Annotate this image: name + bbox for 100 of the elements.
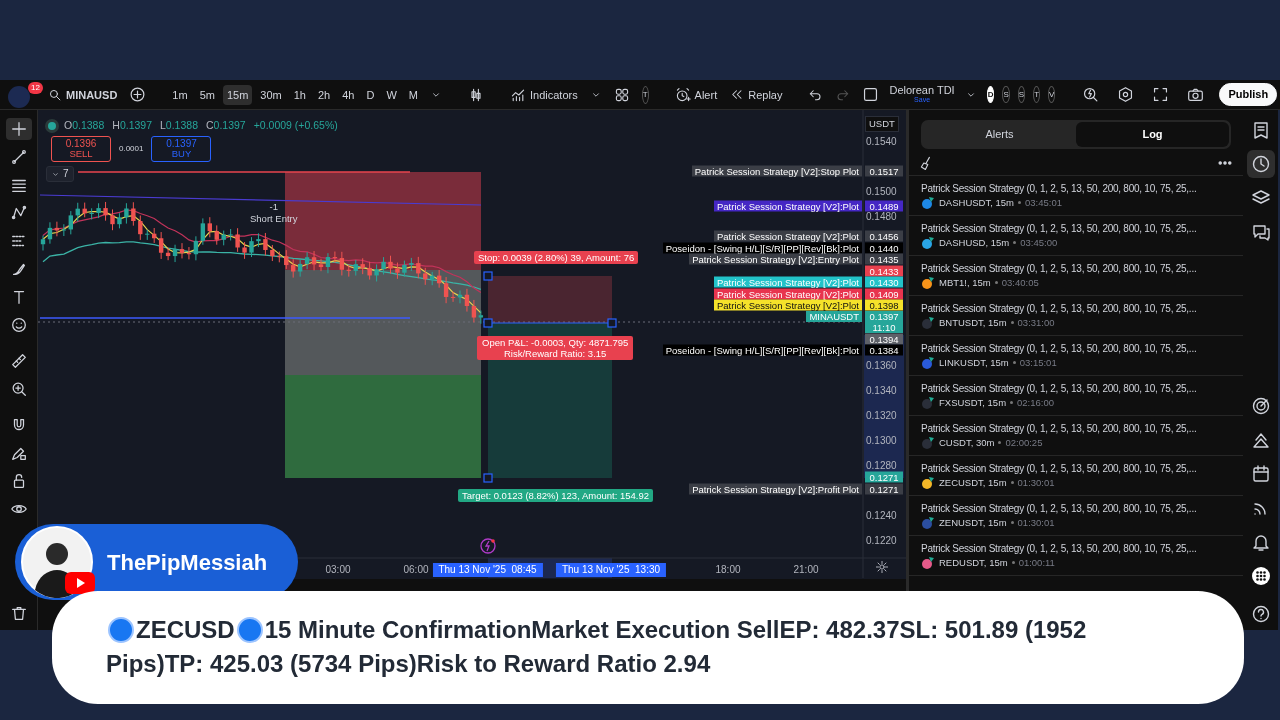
buy-button[interactable]: 0.1397 BUY bbox=[151, 136, 212, 162]
log-time: 03:15:01 bbox=[1019, 356, 1057, 369]
layout-name[interactable]: Delorean TDI bbox=[889, 85, 955, 96]
log-entry[interactable]: Patrick Session Strategy (0, 1, 2, 5, 13, 50, 200, 800, 10, 75, 25,... BNTUSDT, 15m 03:31:00 bbox=[909, 295, 1243, 336]
log-symbol: MBT1!, 15m bbox=[939, 276, 991, 289]
log-symbol: BNTUSDT, 15m bbox=[939, 316, 1007, 329]
log-time: 03:31:00 bbox=[1017, 316, 1055, 329]
interval-tab[interactable]: D bbox=[362, 84, 379, 105]
time-tick-label: 03:00 bbox=[324, 563, 352, 577]
flag-icon bbox=[929, 236, 934, 242]
profile-button[interactable]: D bbox=[986, 86, 995, 103]
interval-tab[interactable]: 30m bbox=[256, 84, 286, 105]
price-tick-label: 0.1220 bbox=[866, 536, 897, 547]
price-tag: 0.1384 bbox=[865, 344, 903, 356]
price-tick-label: 0.1540 bbox=[866, 137, 897, 147]
plus-icon bbox=[129, 86, 147, 103]
ohlc-value: H0.1397 bbox=[112, 118, 152, 133]
time-tick-label: 06:00 bbox=[402, 563, 430, 577]
log-time: 01:30:01 bbox=[1017, 516, 1055, 529]
drag-handle[interactable] bbox=[483, 318, 493, 328]
caption-text: 15 Minute ConfirmationMarket Execution SellEP: 482.37SL: 501.89 (1952 bbox=[264, 615, 1087, 645]
time-tick-label: 18:00 bbox=[714, 563, 742, 577]
candles-icon bbox=[468, 86, 484, 103]
separator-dot bbox=[1010, 321, 1014, 324]
log-symbol: ZENUSDT, 15m bbox=[939, 516, 1007, 529]
log-symbol: DASHUSD, 15m bbox=[939, 236, 1010, 249]
log-entry[interactable]: Patrick Session Strategy (0, 1, 2, 5, 13, 50, 200, 800, 10, 75, 25,... MBT1!, 15m 03:40:05 bbox=[909, 255, 1243, 296]
drag-handle[interactable] bbox=[483, 271, 493, 281]
indicators-button[interactable]: Indicators bbox=[506, 83, 582, 106]
indicator-label: Patrick Session Strategy [V2]:Plot bbox=[713, 288, 862, 300]
interval-tab[interactable]: M bbox=[404, 84, 422, 105]
interval-tab[interactable]: 5m bbox=[195, 84, 219, 105]
price-tag: 0.1430 bbox=[865, 276, 903, 288]
settings-icon[interactable] bbox=[875, 560, 889, 574]
indicator-label: Patrick Session Strategy [V2]:Plot bbox=[713, 200, 862, 212]
interval-tab[interactable]: 4h bbox=[338, 84, 359, 105]
price-tag: 0.1398 bbox=[865, 299, 903, 311]
log-entry[interactable]: Patrick Session Strategy (0, 1, 2, 5, 13, 50, 200, 800, 10, 75, 25,... LINKUSDT, 15m 03:15:01 bbox=[909, 335, 1243, 376]
price-tag: 0.1409 bbox=[865, 288, 903, 300]
indicator-label: Patrick Session Strategy [V2]:Plot bbox=[713, 276, 862, 288]
price-change: +0.0009 (+0.65%) bbox=[253, 118, 338, 133]
drag-handle[interactable] bbox=[483, 473, 493, 483]
flag-icon bbox=[929, 556, 934, 562]
log-entry[interactable]: Patrick Session Strategy (0, 1, 2, 5, 13, 50, 200, 800, 10, 75, 25,... ZECUSDT, 15m 01:30:01 bbox=[909, 455, 1243, 496]
price-tag: 0.1517 bbox=[865, 165, 903, 177]
flag-icon bbox=[929, 396, 934, 402]
sell-button[interactable]: 0.1396 SELL bbox=[51, 136, 111, 162]
panel-tab[interactable]: Alerts bbox=[923, 122, 1076, 147]
separator-dot bbox=[1010, 481, 1014, 484]
logo-icon[interactable] bbox=[8, 85, 30, 108]
time-tick-label: 21:00 bbox=[792, 563, 820, 577]
crosshair-icon[interactable] bbox=[5, 118, 32, 140]
price-tick-label: 0.1480 bbox=[866, 211, 897, 222]
publish-button[interactable]: Publish bbox=[1219, 83, 1278, 106]
log-entry[interactable]: Patrick Session Strategy (0, 1, 2, 5, 13, 50, 200, 800, 10, 75, 25,... DASHUSD, 15m 03:45:00 bbox=[909, 215, 1243, 256]
ohlc-value: O0.1388 bbox=[64, 118, 105, 133]
log-entry[interactable]: Patrick Session Strategy (0, 1, 2, 5, 13, 50, 200, 800, 10, 75, 25,... FXSUSDT, 15m 02:16:00 bbox=[909, 375, 1243, 416]
interval-tab[interactable]: W bbox=[382, 84, 401, 105]
indicators-toggle[interactable]: 7 bbox=[46, 166, 74, 182]
notification-badge: 12 bbox=[28, 81, 43, 94]
log-entry[interactable]: Patrick Session Strategy (0, 1, 2, 5, 13, 50, 200, 800, 10, 75, 25,... REDUSDT, 15m 01:00:11 bbox=[909, 535, 1243, 576]
indicator-label: Patrick Session Strategy [V2]:Entry Plot bbox=[689, 253, 862, 265]
flag-icon bbox=[929, 436, 934, 442]
symbol-search[interactable]: MINAUSD bbox=[44, 84, 122, 105]
lightning-icon[interactable] bbox=[480, 538, 496, 554]
price-tick-label: 0.1300 bbox=[866, 436, 897, 447]
log-entry[interactable]: Patrick Session Strategy (0, 1, 2, 5, 13, 50, 200, 800, 10, 75, 25,... ZENUSDT, 15m 01:30:01 bbox=[909, 495, 1243, 536]
price-tag: 0.1433 bbox=[865, 265, 903, 277]
log-entry[interactable]: Patrick Session Strategy (0, 1, 2, 5, 13, 50, 200, 800, 10, 75, 25,... DASHUSDT, 15m 03:45:01 bbox=[909, 175, 1243, 216]
alarm-clock-icon bbox=[674, 86, 691, 103]
indicator-label: Poseidon - [Swing H/L][S/R][PP][Rev][Bk]:Plot bbox=[662, 242, 862, 254]
bullet-icon bbox=[108, 617, 134, 643]
time-tick-label: Thu 13 Nov '25 08:45 bbox=[432, 563, 543, 577]
flag-icon bbox=[929, 316, 934, 322]
separator-dot bbox=[1012, 361, 1016, 364]
log-entry[interactable]: Patrick Session Strategy (0, 1, 2, 5, 13, 50, 200, 800, 10, 75, 25,... CUSDT, 30m 02:00:25 bbox=[909, 415, 1243, 456]
time-tick-label: Thu 13 Nov '25 13:30 bbox=[555, 563, 667, 577]
interval-tab[interactable]: 1m bbox=[168, 84, 192, 105]
separator-dot bbox=[1011, 561, 1015, 564]
log-time: 03:45:01 bbox=[1024, 196, 1062, 209]
caption-text: Pips)TP: 425.03 (5734 Pips)Risk to Reward Ratio 2.94 bbox=[106, 649, 711, 679]
drag-handle[interactable] bbox=[607, 318, 617, 328]
clock-icon[interactable] bbox=[1246, 150, 1275, 178]
rewind-icon bbox=[729, 87, 745, 102]
panel-tab[interactable]: Log bbox=[1076, 122, 1229, 147]
channel-name: ThePipMessiah bbox=[107, 548, 268, 577]
interval-tab[interactable]: 1h bbox=[289, 84, 310, 105]
indicator-label: Patrick Session Strategy [V2]:Plot bbox=[713, 299, 862, 311]
alert-button[interactable]: Alert bbox=[670, 83, 722, 106]
log-time: 01:00:11 bbox=[1018, 556, 1055, 569]
log-time: 01:30:01 bbox=[1017, 476, 1055, 489]
flag-icon bbox=[929, 516, 934, 522]
log-symbol: LINKUSDT, 15m bbox=[939, 356, 1009, 369]
interval-tab[interactable]: 2h bbox=[313, 84, 335, 105]
price-tag: 0.1489 bbox=[865, 200, 903, 212]
separator-dot bbox=[994, 281, 998, 284]
currency-dropdown[interactable]: USDT bbox=[865, 116, 899, 132]
log-time: 03:45:00 bbox=[1020, 236, 1058, 249]
replay-button[interactable]: Replay bbox=[725, 84, 787, 105]
interval-tab[interactable]: 15m bbox=[222, 84, 253, 105]
